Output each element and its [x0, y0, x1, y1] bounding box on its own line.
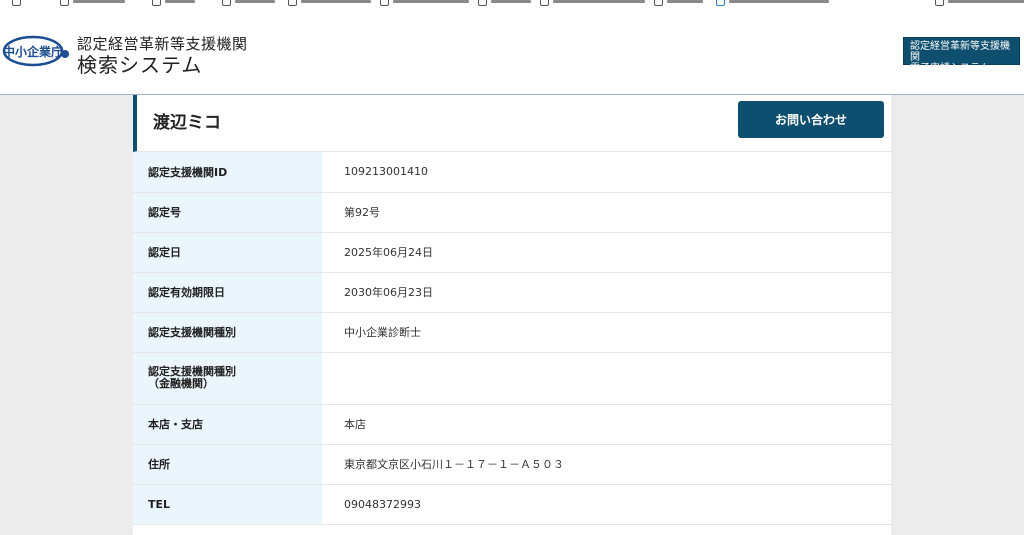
bookmark-icon	[60, 0, 69, 6]
bookmark-item[interactable]	[478, 0, 531, 6]
table-row: 認定支援機関種別 中小企業診断士	[133, 312, 891, 353]
row-value: 09048372993	[322, 484, 891, 525]
bookmark-item[interactable]	[716, 0, 829, 6]
bookmark-item[interactable]	[222, 0, 275, 6]
bookmark-icon	[12, 0, 21, 6]
table-row: 認定有効期限日 2030年06月23日	[133, 272, 891, 313]
row-label: 認定号	[133, 192, 322, 233]
e-application-link[interactable]: 認定経営革新等支援機関 電子申請システム	[903, 37, 1020, 74]
table-row: 本店・支店 本店	[133, 404, 891, 445]
row-label: 認定支援機関種別	[133, 312, 322, 353]
bookmark-item[interactable]	[288, 0, 371, 6]
row-value	[322, 352, 891, 405]
row-label: 住所	[133, 444, 322, 485]
bookmark-icon	[935, 0, 944, 6]
row-value: 第92号	[322, 192, 891, 233]
bookmark-icon	[222, 0, 231, 6]
bookmark-item[interactable]	[380, 0, 469, 6]
bookmark-item[interactable]	[60, 0, 125, 6]
bookmark-item[interactable]	[654, 0, 703, 6]
table-row: 認定日 2025年06月24日	[133, 232, 891, 273]
contact-button[interactable]: お問い合わせ	[738, 101, 884, 138]
bookmark-item[interactable]	[152, 0, 195, 6]
organization-name: 渡辺ミコ	[153, 113, 221, 133]
row-value: 中小企業診断士	[322, 312, 891, 353]
site-title-line1: 認定経営革新等支援機関	[77, 35, 248, 53]
bookmark-icon	[380, 0, 389, 6]
bookmark-icon	[716, 0, 725, 6]
e-application-line2: 電子申請システム	[910, 63, 990, 74]
site-header: 中小企業庁 認定経営革新等支援機関 検索システム 認定経営革新等支援機関 電子申…	[0, 12, 1024, 95]
site-title-line2: 検索システム	[77, 53, 203, 77]
e-application-line1: 認定経営革新等支援機関	[910, 41, 1010, 63]
detail-table: 認定支援機関ID 109213001410 認定号 第92号 認定日 2025年…	[133, 152, 891, 525]
bookmark-icon	[152, 0, 161, 6]
row-label: 認定支援機関ID	[133, 152, 322, 193]
sme-agency-logo-icon[interactable]: 中小企業庁	[2, 34, 70, 68]
row-label-line2: （金融機関）	[148, 377, 214, 390]
row-value: 109213001410	[322, 152, 891, 193]
row-label: 認定支援機関種別 （金融機関）	[133, 352, 322, 405]
detail-panel: 渡辺ミコ お問い合わせ 認定支援機関ID 109213001410 認定号 第9…	[133, 95, 891, 535]
row-label: TEL	[133, 484, 322, 525]
table-row: TEL 09048372993	[133, 484, 891, 525]
table-row: 住所 東京都文京区小石川１－１７－１－Ａ５０３	[133, 444, 891, 485]
bookmark-icon	[654, 0, 663, 6]
row-value: 2030年06月23日	[322, 272, 891, 313]
row-value: 本店	[322, 404, 891, 445]
bookmark-icon	[288, 0, 297, 6]
bookmark-item[interactable]	[540, 0, 645, 6]
row-value: 2025年06月24日	[322, 232, 891, 273]
bookmark-icon	[478, 0, 487, 6]
organization-name-row: 渡辺ミコ お問い合わせ	[133, 95, 891, 152]
row-label: 認定日	[133, 232, 322, 273]
bookmark-item[interactable]	[935, 0, 1024, 6]
table-row: 認定支援機関ID 109213001410	[133, 152, 891, 193]
table-row: 認定号 第92号	[133, 192, 891, 233]
row-label: 認定有効期限日	[133, 272, 322, 313]
site-title[interactable]: 認定経営革新等支援機関 検索システム	[77, 35, 248, 77]
bookmark-item[interactable]	[12, 0, 21, 6]
row-value: 東京都文京区小石川１－１７－１－Ａ５０３	[322, 444, 891, 485]
svg-text:中小企業庁: 中小企業庁	[3, 44, 63, 59]
bookmark-icon	[540, 0, 549, 6]
row-label: 本店・支店	[133, 404, 322, 445]
table-row: 認定支援機関種別 （金融機関）	[133, 352, 891, 405]
